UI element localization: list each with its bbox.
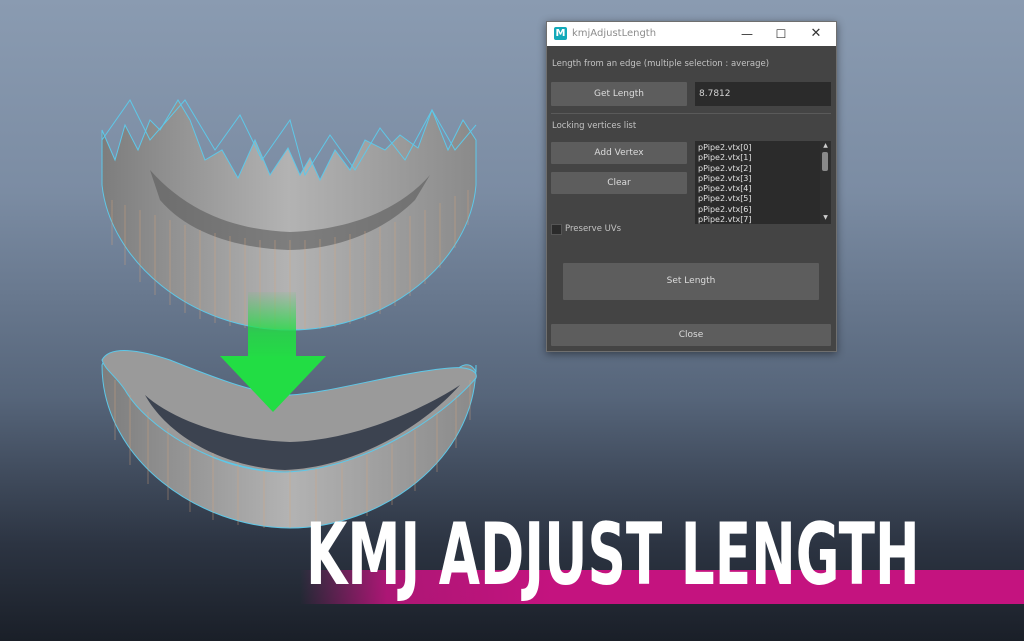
set-length-button[interactable]: Set Length <box>563 263 819 300</box>
clear-button[interactable]: Clear <box>551 172 687 194</box>
vertex-list-item[interactable]: pPipe2.vtx[3] <box>698 174 816 184</box>
title-bar[interactable]: M kmjAdjustLength — ☐ ✕ <box>547 22 836 46</box>
preserve-uvs-checkbox[interactable] <box>551 224 562 235</box>
vertex-list-item[interactable]: pPipe2.vtx[0] <box>698 143 816 153</box>
section-divider <box>551 113 831 114</box>
kmj-adjust-length-window: M kmjAdjustLength — ☐ ✕ Length from an e… <box>546 21 837 352</box>
minimize-icon[interactable]: — <box>730 25 764 43</box>
add-vertex-button[interactable]: Add Vertex <box>551 142 687 164</box>
vertex-list-item[interactable]: pPipe2.vtx[5] <box>698 194 816 204</box>
scroll-thumb[interactable] <box>822 152 828 171</box>
length-section-label: Length from an edge (multiple selection … <box>552 59 769 69</box>
vertex-list-item[interactable]: pPipe2.vtx[7] <box>698 215 816 224</box>
close-icon[interactable]: ✕ <box>799 25 833 43</box>
locking-vertices-label: Locking vertices list <box>552 121 636 131</box>
locking-vertices-list[interactable]: pPipe2.vtx[0]pPipe2.vtx[1]pPipe2.vtx[2]p… <box>695 141 831 224</box>
vertex-list-items: pPipe2.vtx[0]pPipe2.vtx[1]pPipe2.vtx[2]p… <box>698 143 816 224</box>
scroll-up-icon[interactable]: ▲ <box>821 142 830 150</box>
vertex-list-item[interactable]: pPipe2.vtx[4] <box>698 184 816 194</box>
maximize-icon[interactable]: ☐ <box>764 25 798 43</box>
promo-title: KMJ ADJUST LENGTH <box>306 500 747 610</box>
vertex-list-item[interactable]: pPipe2.vtx[1] <box>698 153 816 163</box>
maya-app-icon: M <box>554 27 567 40</box>
scroll-down-icon[interactable]: ▼ <box>821 214 830 222</box>
preserve-uvs-label: Preserve UVs <box>565 224 621 234</box>
get-length-button[interactable]: Get Length <box>551 82 687 106</box>
close-button[interactable]: Close <box>551 324 831 346</box>
window-title: kmjAdjustLength <box>572 28 656 39</box>
vertex-list-item[interactable]: pPipe2.vtx[2] <box>698 164 816 174</box>
vertex-list-item[interactable]: pPipe2.vtx[6] <box>698 205 816 215</box>
list-scrollbar[interactable]: ▲ ▼ <box>820 141 831 224</box>
length-value-field[interactable]: 8.7812 <box>695 82 831 106</box>
